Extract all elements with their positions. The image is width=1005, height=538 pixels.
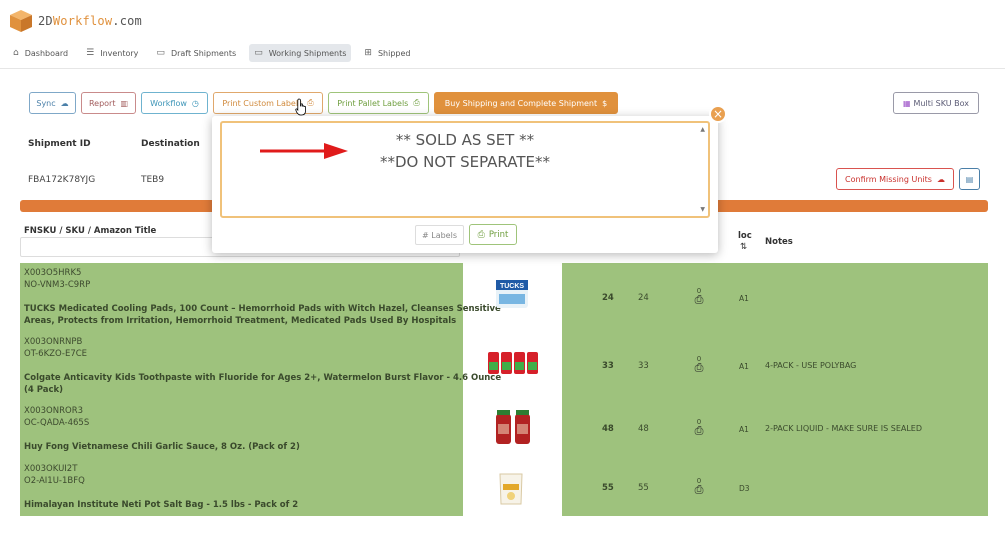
main-nav: ⌂ Dashboard ☰ Inventory ▭ Draft Shipments ▭… [8, 43, 424, 63]
print-label-button[interactable]: 0 ⎙ [692, 418, 706, 436]
amazon-title: TUCKS Medicated Cooling Pads, 100 Count … [24, 304, 501, 314]
location: A1 [739, 362, 749, 371]
destination-value: TEB9 [141, 175, 165, 185]
multi-sku-box-button[interactable]: ▦ Multi SKU Box [893, 92, 979, 114]
amazon-title-cont: Areas, Protects from Irritation, Hemorrh… [24, 316, 457, 326]
print-label-button[interactable]: 0 ⎙ [692, 355, 706, 373]
print-pallet-labels-button[interactable]: Print Pallet Labels ⎙ [328, 92, 429, 114]
bar-chart-icon: ▥ [120, 98, 129, 108]
quantity-bold: 55 [602, 483, 614, 493]
printer-icon: ⎙ [413, 98, 420, 107]
location: D3 [739, 484, 750, 493]
amazon-title: Colgate Anticavity Kids Toothpaste with … [24, 373, 502, 383]
destination-label: Destination [141, 139, 200, 149]
close-popup-button[interactable]: × [709, 105, 727, 123]
quantity: 55 [638, 483, 649, 493]
calendar-button[interactable]: ▤ [959, 168, 980, 190]
quantity: 33 [638, 361, 649, 371]
popup-print-button[interactable]: ⎙ Print [469, 224, 517, 245]
quantity-bold: 24 [602, 293, 614, 303]
list-icon: ☰ [86, 48, 95, 58]
hand-cursor-icon [295, 98, 306, 116]
amazon-title: Huy Fong Vietnamese Chili Garlic Sauce, … [24, 442, 300, 452]
custom-label-popup: ** SOLD AS SET ** **DO NOT SEPARATE** ▲ … [212, 116, 718, 253]
nav-inventory[interactable]: ☰ Inventory [81, 44, 143, 62]
quantity: 48 [638, 424, 649, 434]
column-header-title[interactable]: FNSKU / SKU / Amazon Title [24, 226, 156, 236]
label-count-input[interactable]: # Labels [415, 225, 464, 245]
monitor-icon: ▭ [254, 48, 263, 58]
note: 2-PACK LIQUID - MAKE SURE IS SEALED [765, 424, 923, 433]
workflow-button[interactable]: Workflow ◷ [141, 92, 208, 114]
sku: OC-QADA-465S [24, 418, 90, 428]
scroll-down-icon[interactable]: ▼ [700, 206, 705, 213]
grid-icon: ⊞ [364, 48, 372, 58]
nav-divider [0, 68, 1005, 69]
fnsku: X003ONROR3 [24, 406, 84, 416]
print-label-button[interactable]: 0 ⎙ [692, 477, 706, 495]
logo-text: 2DWorkflow.com [38, 14, 142, 28]
document-icon: ▭ [156, 48, 165, 58]
dollar-icon: $ [602, 98, 608, 108]
annotation-arrow-icon [260, 143, 348, 159]
app-logo[interactable]: 2DWorkflow.com [8, 8, 142, 34]
nav-dashboard[interactable]: ⌂ Dashboard [8, 44, 73, 62]
quantity: 24 [638, 293, 649, 303]
home-icon: ⌂ [13, 48, 19, 58]
scroll-up-icon[interactable]: ▲ [700, 126, 705, 133]
buy-shipping-button[interactable]: Buy Shipping and Complete Shipment $ [434, 92, 618, 114]
calendar-icon: ▤ [965, 174, 974, 184]
svg-text:TUCKS: TUCKS [500, 283, 524, 290]
report-button[interactable]: Report ▥ [81, 92, 136, 114]
product-image-neti-salt [499, 473, 523, 505]
amazon-title: Himalayan Institute Neti Pot Salt Bag - … [24, 500, 299, 510]
printer-icon: ⎙ [694, 483, 704, 496]
column-header-notes: Notes [765, 237, 793, 247]
sort-icon[interactable]: ⇅ [740, 242, 747, 252]
custom-label-textarea[interactable]: ** SOLD AS SET ** **DO NOT SEPARATE** ▲ … [220, 121, 710, 218]
sku: OT-6KZO-E7CE [24, 349, 88, 359]
printer-icon: ⎙ [694, 424, 704, 437]
sku: O2-AI1U-1BFQ [24, 476, 85, 486]
amazon-title-cont: (4 Pack) [24, 385, 64, 395]
quantity-bold: 33 [602, 361, 614, 371]
cloud-sync-icon: ☁ [60, 98, 69, 108]
confirm-missing-units-button[interactable]: Confirm Missing Units ☁ [836, 168, 954, 190]
box-logo-icon [10, 10, 32, 32]
column-header-loc[interactable]: loc [738, 231, 752, 241]
printer-icon: ⎙ [694, 361, 704, 374]
product-image-chili-sauce [496, 410, 530, 444]
nav-shipped[interactable]: ⊞ Shipped [359, 44, 415, 62]
fnsku: X003ONRNPB [24, 337, 83, 347]
clock-icon: ◷ [191, 98, 199, 108]
sku: NO-VNM3-C9RP [24, 280, 91, 290]
location: A1 [739, 294, 749, 303]
fnsku: X003O5HRK5 [24, 268, 82, 278]
fnsku: X003OKUI2T [24, 464, 78, 474]
rows-text-bg [20, 263, 463, 516]
location: A1 [739, 425, 749, 434]
sync-button[interactable]: Sync ☁ [29, 92, 76, 114]
rows-data-bg [562, 263, 988, 516]
nav-working-shipments[interactable]: ▭ Working Shipments [249, 44, 352, 62]
note: 4-PACK - USE POLYBAG [765, 361, 857, 370]
cloud-icon: ☁ [936, 174, 945, 184]
shipment-id-value: FBA172K78YJG [28, 175, 96, 185]
printer-icon: ⎙ [694, 293, 704, 306]
quantity-bold: 48 [602, 424, 614, 434]
boxes-icon: ▦ [902, 98, 911, 108]
product-image-tucks: TUCKS [496, 280, 528, 308]
shipment-id-label: Shipment ID [28, 139, 91, 149]
nav-draft-shipments[interactable]: ▭ Draft Shipments [151, 44, 241, 62]
product-image-toothpaste [488, 352, 538, 374]
print-label-button[interactable]: 0 ⎙ [692, 287, 706, 305]
close-icon: × [712, 107, 724, 121]
printer-icon: ⎙ [477, 229, 485, 240]
